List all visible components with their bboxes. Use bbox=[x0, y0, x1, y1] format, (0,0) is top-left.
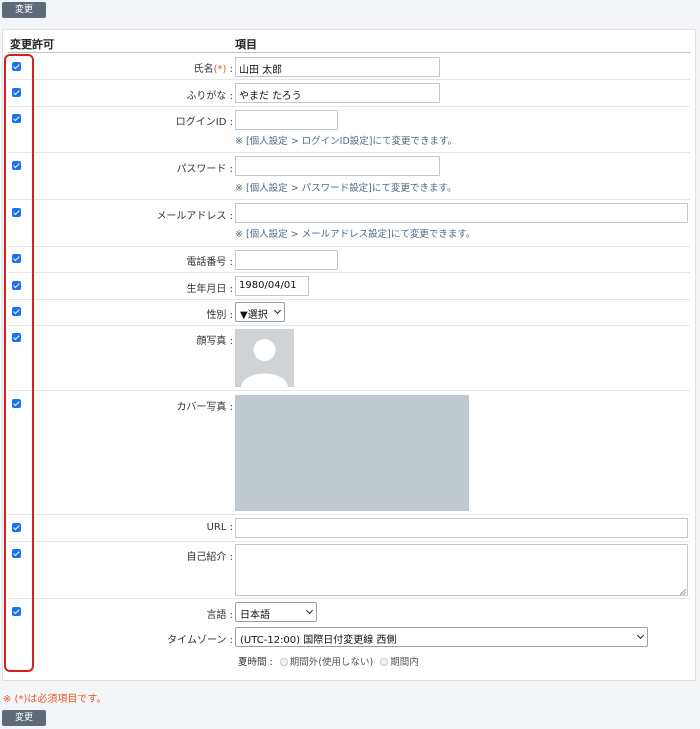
login-id-input[interactable] bbox=[235, 110, 338, 130]
label-name: 氏名(*) : bbox=[193, 64, 233, 75]
label-furigana: ふりがな : bbox=[186, 91, 233, 102]
label-password: パスワード : bbox=[176, 164, 233, 175]
permission-checkbox-gender[interactable] bbox=[12, 307, 21, 316]
email-note: ※ [個人設定 > メールアドレス設定]にて変更できます。 bbox=[235, 229, 476, 240]
chevron-down-icon bbox=[273, 306, 282, 315]
label-timezone: タイムゾーン : bbox=[167, 635, 233, 646]
name-input[interactable]: 山田 太郎 bbox=[235, 57, 440, 77]
permission-checkbox-furigana[interactable] bbox=[12, 88, 21, 97]
timezone-select[interactable]: (UTC-12:00) 国際日付変更線 西側 bbox=[235, 627, 648, 647]
radio-icon bbox=[380, 658, 389, 666]
header-divider bbox=[8, 52, 690, 53]
permission-checkbox-photo[interactable] bbox=[12, 333, 21, 342]
password-input[interactable] bbox=[235, 156, 440, 176]
label-birthday: 生年月日 : bbox=[186, 284, 233, 295]
permission-checkbox-name[interactable] bbox=[12, 62, 21, 71]
dst-outside-option[interactable]: 期間外(使用しない) bbox=[279, 657, 373, 668]
radio-icon bbox=[279, 658, 288, 666]
dst-row: 夏時間 : 期間外(使用しない) 期間内 bbox=[238, 654, 419, 668]
furigana-input[interactable]: やまだ たろう bbox=[235, 83, 440, 103]
permission-checkbox-email[interactable] bbox=[12, 208, 21, 217]
row-divider bbox=[8, 325, 690, 326]
language-select[interactable]: 日本語 bbox=[235, 602, 317, 622]
row-divider bbox=[8, 541, 690, 542]
row-divider bbox=[8, 246, 690, 247]
label-dst: 夏時間 : bbox=[238, 657, 273, 668]
birthday-input[interactable]: 1980/04/01 bbox=[235, 276, 309, 296]
label-url: URL : bbox=[206, 522, 233, 533]
chevron-down-icon bbox=[305, 606, 314, 615]
permission-checkbox-language[interactable] bbox=[12, 607, 21, 616]
row-divider bbox=[8, 152, 690, 153]
gender-select[interactable]: ▼選択 bbox=[235, 302, 285, 322]
phone-input[interactable] bbox=[235, 250, 338, 270]
label-email: メールアドレス : bbox=[156, 211, 233, 222]
change-button-bottom[interactable]: 変更 bbox=[2, 710, 46, 726]
header-item: 項目 bbox=[235, 38, 257, 51]
permission-checkbox-password[interactable] bbox=[12, 161, 21, 170]
row-divider bbox=[8, 299, 690, 300]
permission-checkbox-intro[interactable] bbox=[12, 549, 21, 558]
chevron-down-icon bbox=[636, 631, 645, 640]
row-divider bbox=[8, 514, 690, 515]
label-language: 言語 : bbox=[206, 610, 233, 621]
header-permission: 変更許可 bbox=[10, 38, 54, 51]
row-divider bbox=[8, 79, 690, 80]
default-avatar-icon[interactable] bbox=[235, 329, 294, 387]
label-gender: 性別 : bbox=[206, 310, 233, 321]
email-input[interactable] bbox=[235, 203, 688, 223]
row-divider bbox=[8, 598, 690, 599]
change-button-top[interactable]: 変更 bbox=[2, 2, 46, 18]
resize-handle-icon[interactable] bbox=[679, 587, 687, 596]
row-divider bbox=[8, 390, 690, 391]
intro-textarea[interactable] bbox=[235, 544, 688, 596]
password-note: ※ [個人設定 > パスワード設定]にて変更できます。 bbox=[235, 183, 457, 194]
label-login-id: ログインID : bbox=[175, 117, 233, 128]
label-cover: カバー写真 : bbox=[176, 402, 233, 413]
row-divider bbox=[8, 106, 690, 107]
row-divider bbox=[8, 272, 690, 273]
label-intro: 自己紹介 : bbox=[186, 552, 233, 563]
url-input[interactable] bbox=[235, 518, 688, 538]
permission-checkbox-birthday[interactable] bbox=[12, 281, 21, 290]
permission-checkbox-login-id[interactable] bbox=[12, 114, 21, 123]
permission-checkbox-phone[interactable] bbox=[12, 254, 21, 263]
cover-image-placeholder[interactable] bbox=[235, 395, 469, 511]
row-divider bbox=[8, 199, 690, 200]
login-id-note: ※ [個人設定 > ログインID設定]にて変更できます。 bbox=[235, 136, 458, 147]
required-mark: (*) bbox=[213, 64, 227, 75]
dst-inside-option[interactable]: 期間内 bbox=[380, 657, 419, 668]
required-note: ※ (*)は必須項目です。 bbox=[3, 694, 107, 705]
label-phone: 電話番号 : bbox=[186, 257, 233, 268]
permission-checkbox-cover[interactable] bbox=[12, 399, 21, 408]
permission-checkbox-url[interactable] bbox=[12, 523, 21, 532]
label-photo: 顔写真 : bbox=[196, 336, 233, 347]
